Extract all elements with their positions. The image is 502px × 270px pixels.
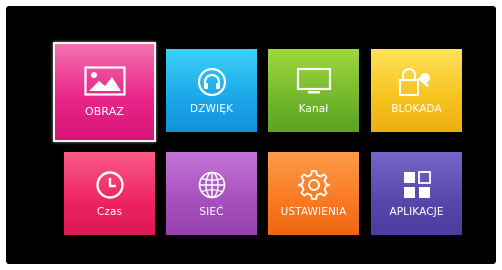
- tile-label: BLOKADA: [391, 103, 442, 115]
- headphones-icon: [190, 67, 234, 97]
- tile-label: USTAWIENIA: [280, 206, 347, 218]
- tile-label: APLIKACJE: [389, 206, 444, 218]
- clock-icon: [88, 170, 132, 200]
- tile-siec[interactable]: SIEĆ: [166, 152, 257, 235]
- tile-label: Kanał: [298, 103, 329, 115]
- tile-label: OBRAZ: [85, 105, 124, 118]
- apps-grid-icon: [395, 170, 439, 200]
- tile-label: SIEĆ: [199, 206, 224, 218]
- tile-aplikacje[interactable]: APLIKACJE: [371, 152, 462, 235]
- tile-label: DZWIĘK: [190, 103, 233, 115]
- tile-czas[interactable]: Czas: [64, 152, 155, 235]
- tile-obraz[interactable]: OBRAZ: [53, 42, 156, 142]
- image-icon: [83, 66, 127, 96]
- lock-key-icon: [395, 67, 439, 97]
- tv-menu-screen: OBRAZ DZWIĘK Kanał BLOKADA Czas SIEĆ UST…: [6, 6, 496, 264]
- tile-dzwiek[interactable]: DZWIĘK: [166, 49, 257, 132]
- tile-label: Czas: [96, 206, 123, 218]
- globe-icon: [190, 170, 234, 200]
- tv-icon: [292, 67, 336, 97]
- tile-kanal[interactable]: Kanał: [268, 49, 359, 132]
- tile-blokada[interactable]: BLOKADA: [371, 49, 462, 132]
- gear-icon: [292, 170, 336, 200]
- tile-ustawienia[interactable]: USTAWIENIA: [268, 152, 359, 235]
